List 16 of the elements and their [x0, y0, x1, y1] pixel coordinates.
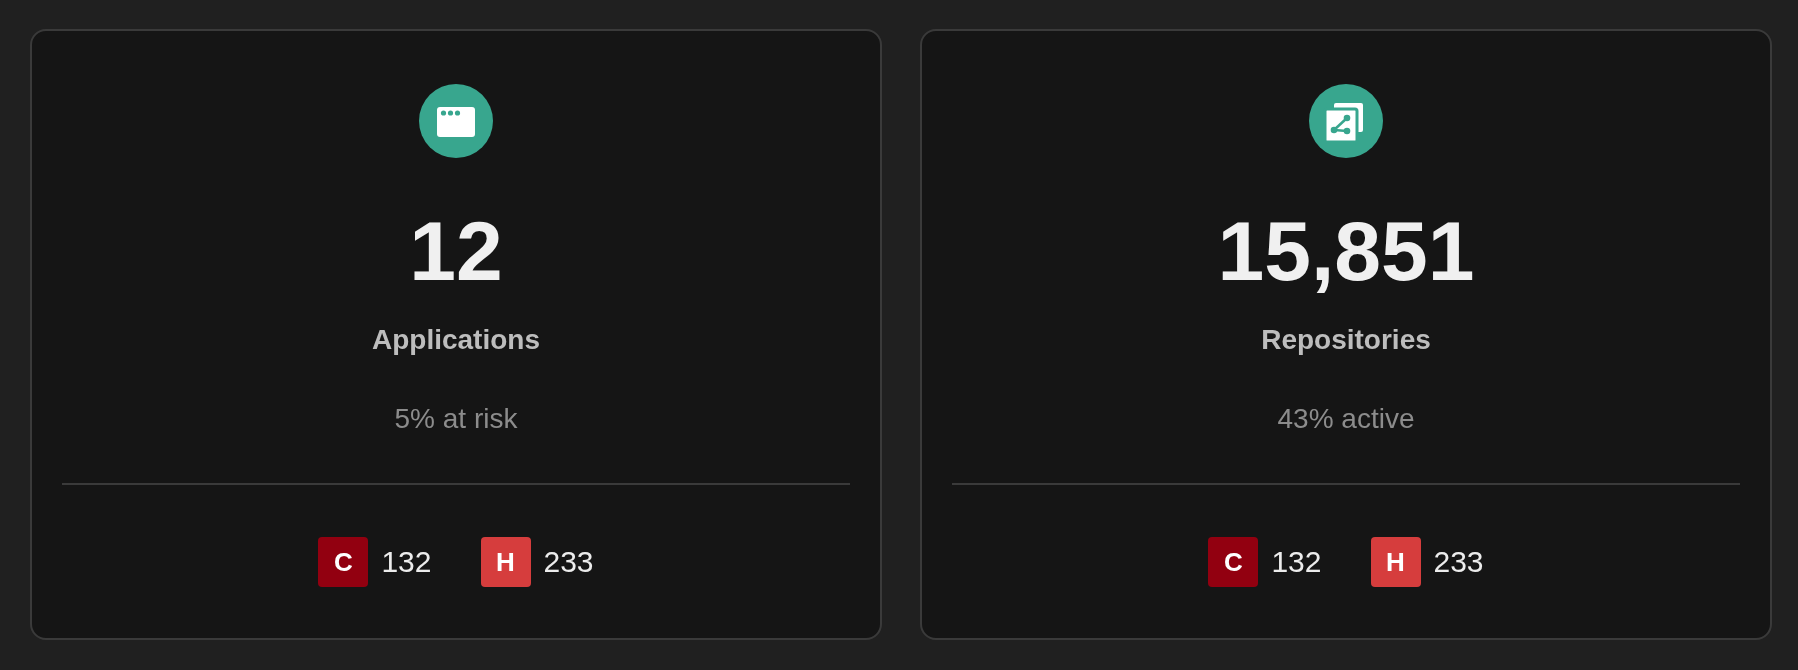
stat-label: Applications: [372, 323, 540, 357]
severity-count: 132: [381, 547, 432, 577]
stat-value: 12: [409, 209, 503, 293]
severity-count: 132: [1271, 547, 1322, 577]
severity-count: 233: [543, 547, 594, 577]
app-window-icon: [419, 84, 493, 158]
severity-count: 233: [1433, 547, 1484, 577]
repository-icon: [1309, 84, 1383, 158]
stat-subtitle: 43% active: [1277, 402, 1415, 436]
stat-subtitle: 5% at risk: [394, 402, 518, 436]
severity-badge: C: [318, 537, 369, 587]
severity-badge: H: [1370, 537, 1421, 587]
stat-value: 15,851: [1217, 209, 1475, 293]
severity-badge: H: [480, 537, 531, 587]
stat-label: Repositories: [1261, 323, 1431, 357]
severity-badge: C: [1208, 537, 1259, 587]
